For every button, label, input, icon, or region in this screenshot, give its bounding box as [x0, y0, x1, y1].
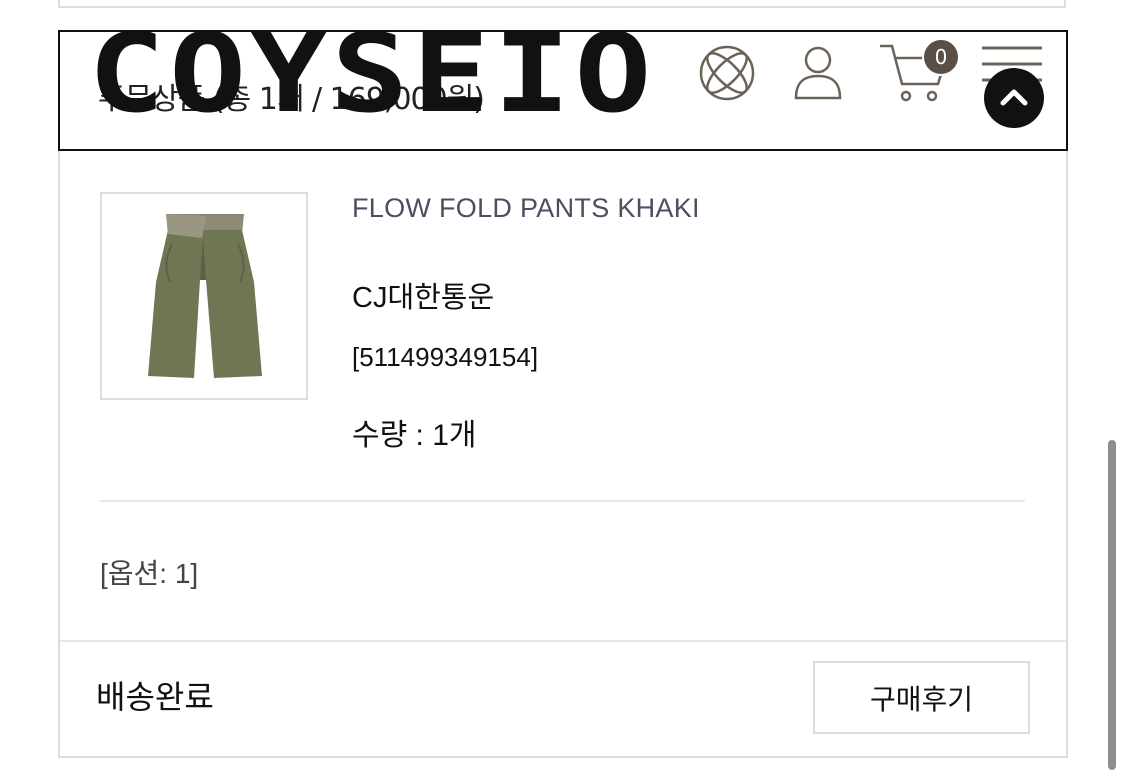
product-option: [옵션: 1]: [100, 558, 199, 589]
pants-image: [148, 214, 262, 378]
user-icon[interactable]: [790, 42, 846, 104]
shipping-carrier: CJ대한통운: [352, 282, 495, 314]
write-review-button[interactable]: 구매후기: [813, 661, 1030, 734]
chevron-up-icon: [1000, 89, 1028, 106]
product-name[interactable]: FLOW FOLD PANTS KHAKI: [352, 193, 700, 224]
tracking-number[interactable]: [511499349154]: [352, 342, 538, 373]
previous-order-card-edge: [58, 0, 1066, 8]
scroll-to-top-button[interactable]: [984, 68, 1044, 128]
cart-count-badge: 0: [922, 38, 960, 76]
brand-logo[interactable]: COYSEIO: [88, 20, 655, 129]
order-header: 주문상품 (총 1개 / 169,000원) COYSEIO 0: [58, 20, 1068, 151]
product-quantity: 수량 : 1개: [352, 419, 477, 452]
footer-divider: [60, 640, 1066, 642]
globe-icon[interactable]: [696, 42, 758, 104]
section-divider: [100, 500, 1025, 502]
scrollbar-thumb[interactable]: [1108, 440, 1116, 770]
product-thumbnail[interactable]: [100, 192, 308, 400]
delivery-status: 배송완료: [96, 679, 214, 715]
